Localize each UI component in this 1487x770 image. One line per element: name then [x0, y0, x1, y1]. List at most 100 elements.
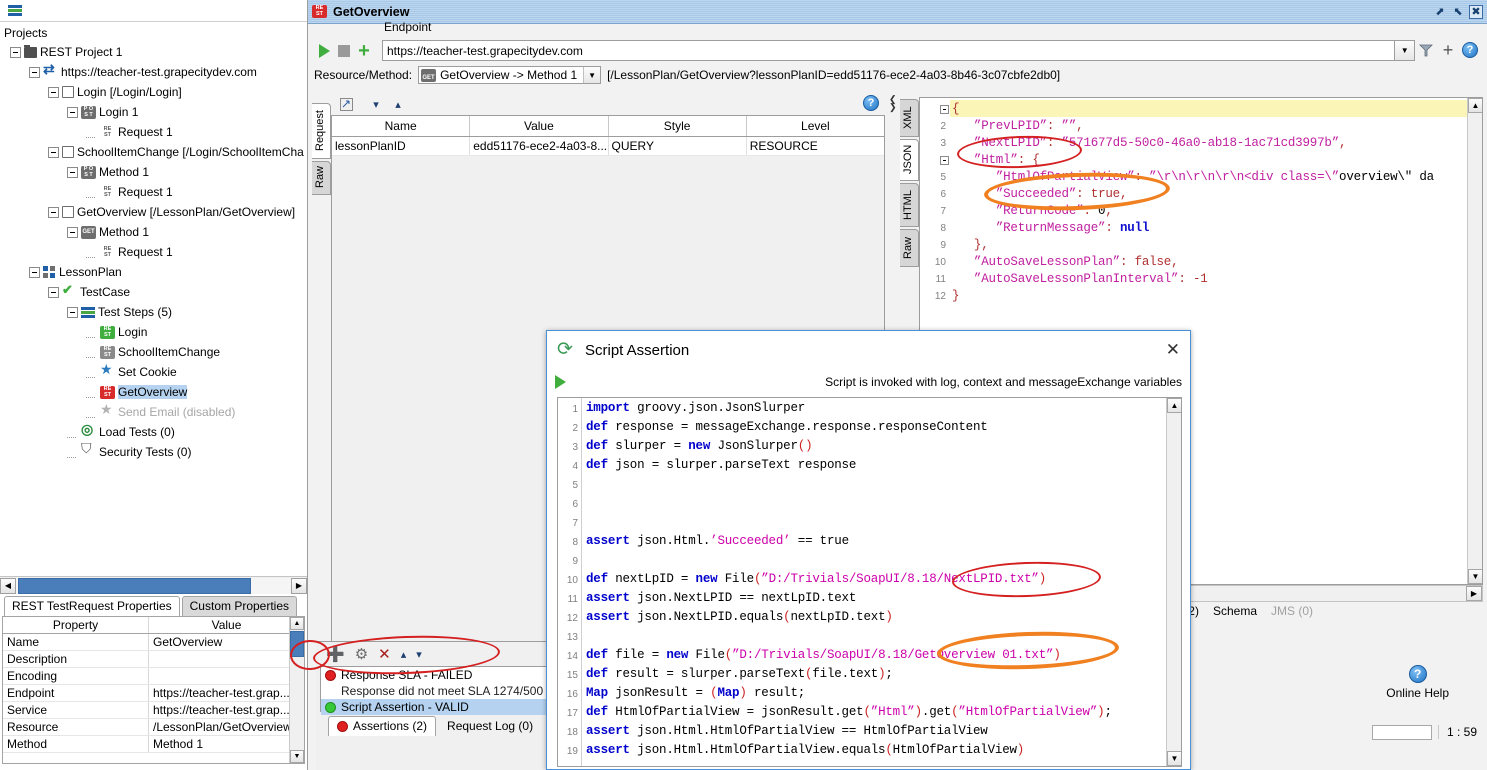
side-tab-raw[interactable]: Raw	[312, 161, 331, 195]
tree-item-security-tests-0[interactable]: Security Tests (0)	[4, 442, 307, 462]
move-up-icon[interactable]: ▴	[401, 648, 407, 661]
move-down-icon[interactable]: ▾	[416, 648, 422, 661]
tree-item-set-cookie[interactable]: Set Cookie	[4, 362, 307, 382]
properties-tabs[interactable]: REST TestRequest Properties Custom Prope…	[0, 596, 307, 616]
project-tree[interactable]: REST Project 1https://teacher-test.grape…	[0, 42, 307, 582]
tree-item-rest-project-1[interactable]: REST Project 1	[4, 42, 307, 62]
expander-icon[interactable]	[48, 287, 59, 298]
properties-table[interactable]: Property Value NameGetOverviewDescriptio…	[2, 616, 305, 764]
run-icon[interactable]	[314, 41, 334, 61]
refresh-params-icon[interactable]	[337, 96, 355, 112]
tab-custom-properties[interactable]: Custom Properties	[182, 596, 297, 616]
configure-icon[interactable]: ⚙	[355, 645, 368, 663]
table-row[interactable]: MethodMethod 1	[3, 736, 304, 753]
maximize-button[interactable]: ⬉	[1451, 5, 1465, 19]
response-vscrollbar[interactable]: ▲ ▼	[1467, 98, 1482, 584]
tab-assertions[interactable]: Assertions (2)	[328, 716, 436, 736]
properties-vscrollbar[interactable]: ▲ ▼	[289, 617, 304, 763]
tab-request-log[interactable]: Request Log (0)	[438, 716, 542, 736]
add-assertion-icon[interactable]: ➕	[326, 645, 345, 663]
fold-toggle-icon[interactable]	[940, 105, 949, 114]
expander-icon[interactable]	[29, 67, 40, 78]
assertions-tabs[interactable]: Assertions (2) Request Log (0)	[328, 716, 542, 736]
tree-item-request-1[interactable]: RESTRequest 1	[4, 242, 307, 262]
help-icon[interactable]: ?	[863, 95, 879, 111]
table-row[interactable]: Resource/LessonPlan/GetOverview	[3, 719, 304, 736]
expander-icon[interactable]	[48, 87, 59, 98]
scroll-down-button[interactable]: ▼	[1468, 569, 1483, 584]
add-icon[interactable]: +	[354, 41, 374, 61]
table-row[interactable]: Encoding	[3, 668, 304, 685]
tree-item-getoverview-lessonplan-getoverview[interactable]: GetOverview [/LessonPlan/GetOverview]	[4, 202, 307, 222]
tree-item-schoolitemchange-login-schoolitemcha[interactable]: SchoolItemChange [/Login/SchoolItemCha	[4, 142, 307, 162]
tree-item-getoverview[interactable]: RESTGetOverview	[4, 382, 307, 402]
tree-item-lessonplan[interactable]: LessonPlan	[4, 262, 307, 282]
test-steps-icon[interactable]	[8, 5, 22, 16]
expander-icon[interactable]	[10, 47, 21, 58]
fold-toggle-icon[interactable]	[940, 156, 949, 165]
scroll-down-button[interactable]: ▼	[1167, 751, 1182, 766]
expander-icon[interactable]	[48, 207, 59, 218]
scroll-up-button[interactable]: ▲	[1167, 398, 1182, 413]
close-button[interactable]: ✖	[1469, 5, 1483, 19]
close-icon[interactable]: ✕	[1166, 342, 1180, 358]
hscroll-track[interactable]	[16, 578, 291, 594]
table-row[interactable]: NameGetOverview	[3, 634, 304, 651]
tab-jms[interactable]: JMS (0)	[1271, 604, 1313, 618]
scroll-up-button[interactable]: ▲	[1468, 98, 1483, 113]
hscroll-right-button[interactable]: ▶	[1466, 586, 1482, 601]
move-up-icon[interactable]: ▴	[389, 96, 407, 112]
tree-item-send-email-disabled[interactable]: Send Email (disabled)	[4, 402, 307, 422]
tab-rest-testrequest-properties[interactable]: REST TestRequest Properties	[4, 596, 180, 616]
scroll-right-button[interactable]: ▶	[291, 578, 307, 594]
tree-item-login[interactable]: RESTLogin	[4, 322, 307, 342]
response-side-tabs[interactable]: XML JSON HTML Raw	[900, 99, 919, 267]
plus-icon[interactable]: +	[1437, 39, 1459, 61]
tree-item-testcase[interactable]: TestCase	[4, 282, 307, 302]
side-tab-raw[interactable]: Raw	[900, 229, 919, 267]
expander-icon[interactable]	[67, 307, 78, 318]
tree-item-schoolitemchange[interactable]: RESTSchoolItemChange	[4, 342, 307, 362]
tree-item-method-1[interactable]: GETMethod 1	[4, 222, 307, 242]
properties-scroll-down-button[interactable]: ▼	[290, 750, 304, 763]
delete-icon[interactable]: ✕	[378, 645, 391, 663]
expander-icon[interactable]	[67, 167, 78, 178]
help-icon[interactable]: ?	[1459, 39, 1481, 61]
side-tab-xml[interactable]: XML	[900, 99, 919, 137]
tree-item-method-1[interactable]: P OS TMethod 1	[4, 162, 307, 182]
tree-item-login-login-login[interactable]: Login [/Login/Login]	[4, 82, 307, 102]
script-editor[interactable]: 12345678910111213141516171819 import gro…	[557, 397, 1182, 767]
table-row[interactable]: Endpointhttps://teacher-test.grap...	[3, 685, 304, 702]
window-buttons[interactable]: ⬈ ⬉ ✖	[1433, 5, 1483, 19]
restore-button[interactable]: ⬈	[1433, 5, 1447, 19]
tree-item-test-steps-5[interactable]: Test Steps (5)	[4, 302, 307, 322]
side-tab-html[interactable]: HTML	[900, 183, 919, 227]
table-row[interactable]: lessonPlanID edd51176-ece2-4a03-8... QUE…	[332, 137, 884, 156]
run-script-icon[interactable]	[555, 375, 566, 389]
expander-icon[interactable]	[48, 147, 59, 158]
stop-icon[interactable]	[334, 41, 354, 61]
tree-item-request-1[interactable]: RESTRequest 1	[4, 182, 307, 202]
online-help-link[interactable]: ? Online Help	[1386, 665, 1449, 700]
tree-item-load-tests-0[interactable]: Load Tests (0)	[4, 422, 307, 442]
tree-item-request-1[interactable]: RESTRequest 1	[4, 122, 307, 142]
hscroll-thumb[interactable]	[18, 578, 251, 594]
expander-icon[interactable]	[67, 107, 78, 118]
side-tab-json[interactable]: JSON	[900, 139, 919, 181]
resource-method-combo[interactable]: GET GetOverview -> Method 1 ▼	[418, 66, 601, 84]
expander-icon[interactable]	[67, 227, 78, 238]
navigator-hscrollbar[interactable]: ◀ ▶	[0, 576, 307, 594]
endpoint-dropdown-icon[interactable]: ▼	[1395, 40, 1415, 61]
filter-icon[interactable]	[1415, 39, 1437, 61]
collapse-arrows-icon[interactable]: ❮❯	[889, 95, 900, 111]
properties-scroll-up-button[interactable]: ▲	[290, 617, 304, 630]
endpoint-input[interactable]	[382, 40, 1395, 61]
properties-scroll-thumb[interactable]	[290, 631, 304, 657]
tab-schema[interactable]: Schema	[1213, 604, 1257, 618]
move-down-icon[interactable]: ▾	[367, 96, 385, 112]
table-row[interactable]: Description	[3, 651, 304, 668]
scroll-left-button[interactable]: ◀	[0, 578, 16, 594]
expander-icon[interactable]	[29, 267, 40, 278]
table-row[interactable]: Servicehttps://teacher-test.grap...	[3, 702, 304, 719]
properties-rows[interactable]: NameGetOverviewDescriptionEncodingEndpoi…	[3, 634, 304, 753]
